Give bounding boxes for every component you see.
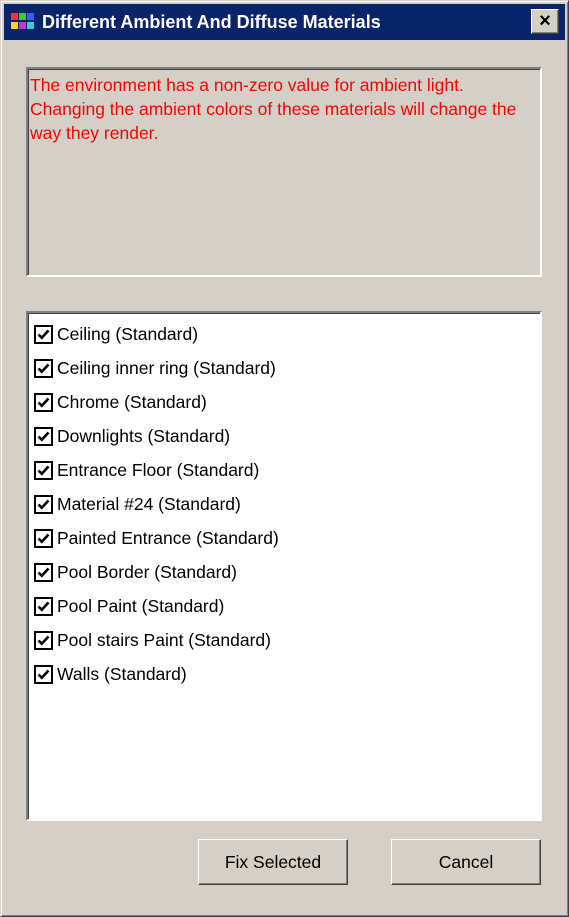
- checkbox[interactable]: [34, 630, 53, 650]
- checkmark-icon: [37, 431, 50, 442]
- checkmark-icon: [37, 397, 50, 408]
- checkbox[interactable]: [34, 562, 53, 582]
- checkmark-icon: [37, 363, 50, 374]
- fix-selected-label: Fix Selected: [224, 851, 322, 872]
- list-item[interactable]: Downlights (Standard): [34, 419, 540, 453]
- list-item[interactable]: Walls (Standard): [34, 657, 540, 691]
- checkmark-icon: [37, 329, 50, 340]
- checkbox[interactable]: [34, 494, 53, 514]
- list-item-label: Chrome (Standard): [57, 391, 207, 412]
- list-item-label: Ceiling inner ring (Standard): [57, 357, 276, 378]
- cancel-button[interactable]: Cancel: [391, 839, 541, 885]
- close-icon: ×: [539, 10, 551, 32]
- list-item-label: Material #24 (Standard): [57, 493, 241, 514]
- list-item[interactable]: Material #24 (Standard): [34, 487, 540, 521]
- list-item[interactable]: Pool Paint (Standard): [34, 589, 540, 623]
- list-item-label: Pool Border (Standard): [57, 561, 237, 582]
- list-item-label: Painted Entrance (Standard): [57, 527, 279, 548]
- list-item-label: Walls (Standard): [57, 663, 187, 684]
- checkbox[interactable]: [34, 460, 53, 480]
- checkbox[interactable]: [34, 528, 53, 548]
- window-title: Different Ambient And Diffuse Materials: [42, 11, 381, 32]
- checkbox[interactable]: [34, 324, 53, 344]
- checkmark-icon: [37, 567, 50, 578]
- checkbox[interactable]: [34, 358, 53, 378]
- list-item[interactable]: Pool stairs Paint (Standard): [34, 623, 540, 657]
- list-item[interactable]: Ceiling inner ring (Standard): [34, 351, 540, 385]
- checkbox[interactable]: [34, 664, 53, 684]
- checkmark-icon: [37, 669, 50, 680]
- colorful-app-icon: [10, 11, 36, 33]
- list-item-label: Downlights (Standard): [57, 425, 231, 446]
- dialog-window: Different Ambient And Diffuse Materials …: [0, 0, 569, 917]
- list-item[interactable]: Ceiling (Standard): [34, 317, 540, 351]
- list-item[interactable]: Entrance Floor (Standard): [34, 453, 540, 487]
- list-item-label: Ceiling (Standard): [57, 323, 199, 344]
- list-item-label: Entrance Floor (Standard): [57, 459, 260, 480]
- list-item[interactable]: Chrome (Standard): [34, 385, 540, 419]
- list-item[interactable]: Painted Entrance (Standard): [34, 521, 540, 555]
- checkmark-icon: [37, 499, 50, 510]
- list-item-label: Pool Paint (Standard): [57, 595, 225, 616]
- checkmark-icon: [37, 601, 50, 612]
- checkbox[interactable]: [34, 392, 53, 412]
- list-item-label: Pool stairs Paint (Standard): [57, 629, 271, 650]
- checkmark-icon: [37, 635, 50, 646]
- title-bar[interactable]: Different Ambient And Diffuse Materials …: [4, 4, 565, 40]
- checkmark-icon: [37, 465, 50, 476]
- checkbox[interactable]: [34, 596, 53, 616]
- list-item[interactable]: Pool Border (Standard): [34, 555, 540, 589]
- checkmark-icon: [37, 533, 50, 544]
- materials-checklist[interactable]: Ceiling (Standard) Ceiling inner ring (St…: [26, 311, 542, 821]
- warning-message-box: The environment has a non-zero value for…: [26, 67, 542, 277]
- fix-selected-button[interactable]: Fix Selected: [198, 839, 348, 885]
- warning-message-text: The environment has a non-zero value for…: [30, 75, 517, 143]
- checkbox[interactable]: [34, 426, 53, 446]
- cancel-label: Cancel: [438, 851, 494, 872]
- close-button[interactable]: ×: [531, 9, 559, 34]
